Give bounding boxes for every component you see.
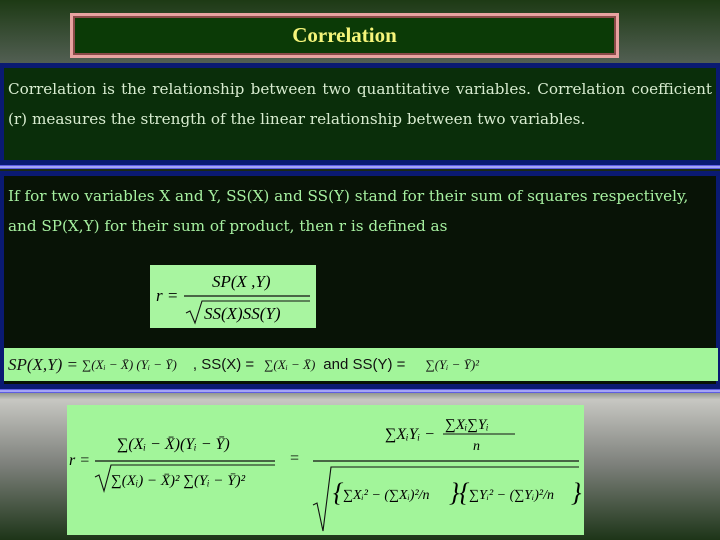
ssx-expression: ∑(Xᵢ − X̄) (264, 356, 316, 372)
slide-title-box: Correlation (73, 16, 616, 55)
computational-numerator-fraction-top: ∑Xᵢ∑Yᵢ (445, 417, 489, 433)
definition-paragraph: Correlation is the relationship between … (8, 80, 712, 128)
computational-denominator-y: ∑Yᵢ² − (∑Yᵢ)²/n (469, 488, 554, 503)
divider (0, 389, 720, 393)
formula-panel: If for two variables X and Y, SS(X) and … (0, 171, 720, 389)
slide-title-frame: Correlation (70, 13, 619, 58)
computational-denominator-x: ∑Xᵢ² − (∑Xᵢ)²/n (343, 488, 430, 503)
expanded-denominator: ∑(Xᵢ) − X̄)² ∑(Yᵢ − Ȳ)² (111, 473, 246, 489)
definition-panel: Correlation is the relationship between … (0, 63, 720, 165)
ssy-expression: ∑(Yᵢ − Ȳ)² (425, 356, 480, 372)
slide-title: Correlation (292, 23, 397, 47)
sp-expression: ∑(Xᵢ − X̄) (Yᵢ − Ȳ) (82, 356, 177, 372)
basic-formula-numerator: SP(X ,Y) (212, 272, 271, 291)
brace-close-icon: } (571, 478, 582, 507)
basic-formula-denominator: SS(X)SS(Y) (204, 304, 281, 323)
expanded-numerator: ∑(Xᵢ − X̄)(Yᵢ − Ȳ) (117, 436, 230, 453)
divider (0, 165, 720, 169)
ssy-label: and SS(Y) = (323, 356, 406, 373)
expanded-formula: r = ∑(Xᵢ − X̄)(Yᵢ − Ȳ) ∑(Xᵢ) − X̄)² ∑(Yᵢ… (67, 405, 584, 535)
ssx-label: , SS(X) = (192, 356, 255, 373)
basic-formula-lhs: r = (156, 286, 178, 305)
sp-label: SP(X,Y) = (8, 354, 79, 374)
computational-numerator-main: ∑XᵢYᵢ − (385, 426, 435, 443)
definitions-strip: SP(X,Y) = ∑(Xᵢ − X̄) (Yᵢ − Ȳ) , SS(X) = … (4, 348, 718, 381)
expanded-lhs: r = (69, 452, 90, 469)
formula-intro: If for two variables X and Y, SS(X) and … (8, 187, 689, 235)
numerator-n: n (473, 439, 480, 454)
equals-sign: = (289, 450, 300, 467)
basic-formula: r = SP(X ,Y) SS(X)SS(Y) (150, 265, 316, 328)
